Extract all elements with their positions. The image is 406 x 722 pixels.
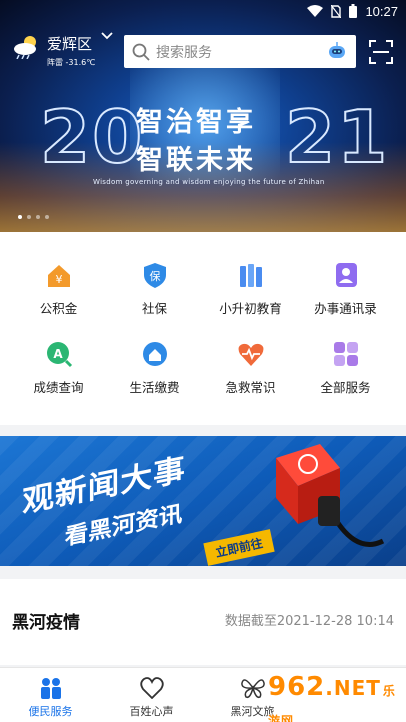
news-promo-banner[interactable]: 观新闻大事 看黑河资讯 立即前往: [0, 436, 406, 566]
tab-convenience-services[interactable]: 便民服务: [0, 668, 101, 719]
search-placeholder: 搜索服务: [156, 44, 212, 61]
location-selector[interactable]: 爱辉区 阵雷 -31.6℃: [13, 32, 113, 68]
hero-subtitle: Wisdom governing and wisdom enjoying the…: [93, 178, 325, 186]
location-name: 爱辉区: [47, 35, 93, 53]
epidemic-title: 黑河疫情: [12, 613, 80, 633]
tab-public-voice[interactable]: 百姓心声: [101, 668, 202, 719]
housing-fund-icon: ¥: [44, 260, 74, 290]
epidemic-card[interactable]: 黑河疫情 数据截至2021-12-28 10:14: [0, 579, 406, 665]
watermark-net: .NET: [325, 676, 381, 700]
first-aid-icon: [236, 339, 266, 369]
service-score-query[interactable]: A 成绩查询: [8, 339, 109, 396]
svg-text:A: A: [53, 347, 63, 361]
svg-text:保: 保: [149, 269, 160, 283]
service-housing-fund[interactable]: ¥ 公积金: [8, 260, 109, 317]
service-label: 成绩查询: [33, 380, 84, 395]
service-utility-payment[interactable]: 生活缴费: [104, 339, 205, 396]
carousel-dot: [36, 215, 40, 219]
watermark-brand: 962: [268, 672, 326, 702]
education-icon: [236, 260, 266, 290]
service-label: 急救常识: [225, 380, 276, 395]
service-social-security[interactable]: 保 社保: [104, 260, 205, 317]
weather-text: 阵雷 -31.6℃: [47, 58, 96, 67]
hero-year-right: 21: [284, 94, 390, 180]
hero-slogan-line1: 智治智享: [136, 107, 256, 138]
services-grid: ¥ 公积金 保 社保 小升初教育 办事通讯录 A 成绩查询 生活缴费 急救常识 …: [0, 232, 406, 425]
carousel-dot: [45, 215, 49, 219]
contacts-icon: [331, 260, 361, 290]
service-education[interactable]: 小升初教育: [200, 260, 301, 317]
scan-icon[interactable]: [369, 40, 393, 64]
battery-icon: [349, 4, 358, 18]
site-watermark: 962.NET 乐游网: [268, 672, 406, 722]
service-label: 生活缴费: [129, 380, 180, 395]
score-query-icon: A: [44, 339, 74, 369]
utility-payment-icon: [140, 339, 170, 369]
service-label: 社保: [141, 301, 167, 316]
status-bar: 10:27: [0, 0, 406, 22]
social-security-icon: 保: [140, 260, 170, 290]
tab-label: 百姓心声: [129, 705, 174, 718]
search-icon: [132, 43, 150, 61]
carousel-dot: [27, 215, 31, 219]
clock: 10:27: [365, 3, 398, 19]
service-all[interactable]: 全部服务: [295, 339, 396, 396]
people-icon: [0, 674, 101, 701]
service-first-aid[interactable]: 急救常识: [200, 339, 301, 396]
chevron-down-icon: [101, 32, 113, 40]
wifi-icon: [307, 5, 324, 17]
no-sim-icon: [331, 4, 342, 18]
service-label: 办事通讯录: [314, 301, 377, 316]
robot-assistant-icon[interactable]: [327, 42, 347, 61]
service-label: 公积金: [39, 301, 78, 316]
svg-text:¥: ¥: [55, 273, 62, 286]
carousel-dot-active: [18, 215, 22, 219]
hero-year-left: 20: [39, 94, 145, 180]
tab-label: 便民服务: [28, 705, 73, 718]
hero-slogan-line2: 智联未来: [136, 145, 256, 176]
microphone-icon: [318, 496, 385, 547]
all-services-icon: [331, 339, 361, 369]
search-input[interactable]: 搜索服务: [124, 35, 356, 68]
heart-icon: [101, 674, 202, 701]
service-label: 小升初教育: [219, 301, 282, 316]
service-contacts[interactable]: 办事通讯录: [295, 260, 396, 317]
carousel-indicator: [18, 215, 49, 219]
service-label: 全部服务: [320, 380, 371, 395]
weather-icon: [13, 33, 43, 60]
epidemic-updated: 数据截至2021-12-28 10:14: [224, 614, 394, 629]
